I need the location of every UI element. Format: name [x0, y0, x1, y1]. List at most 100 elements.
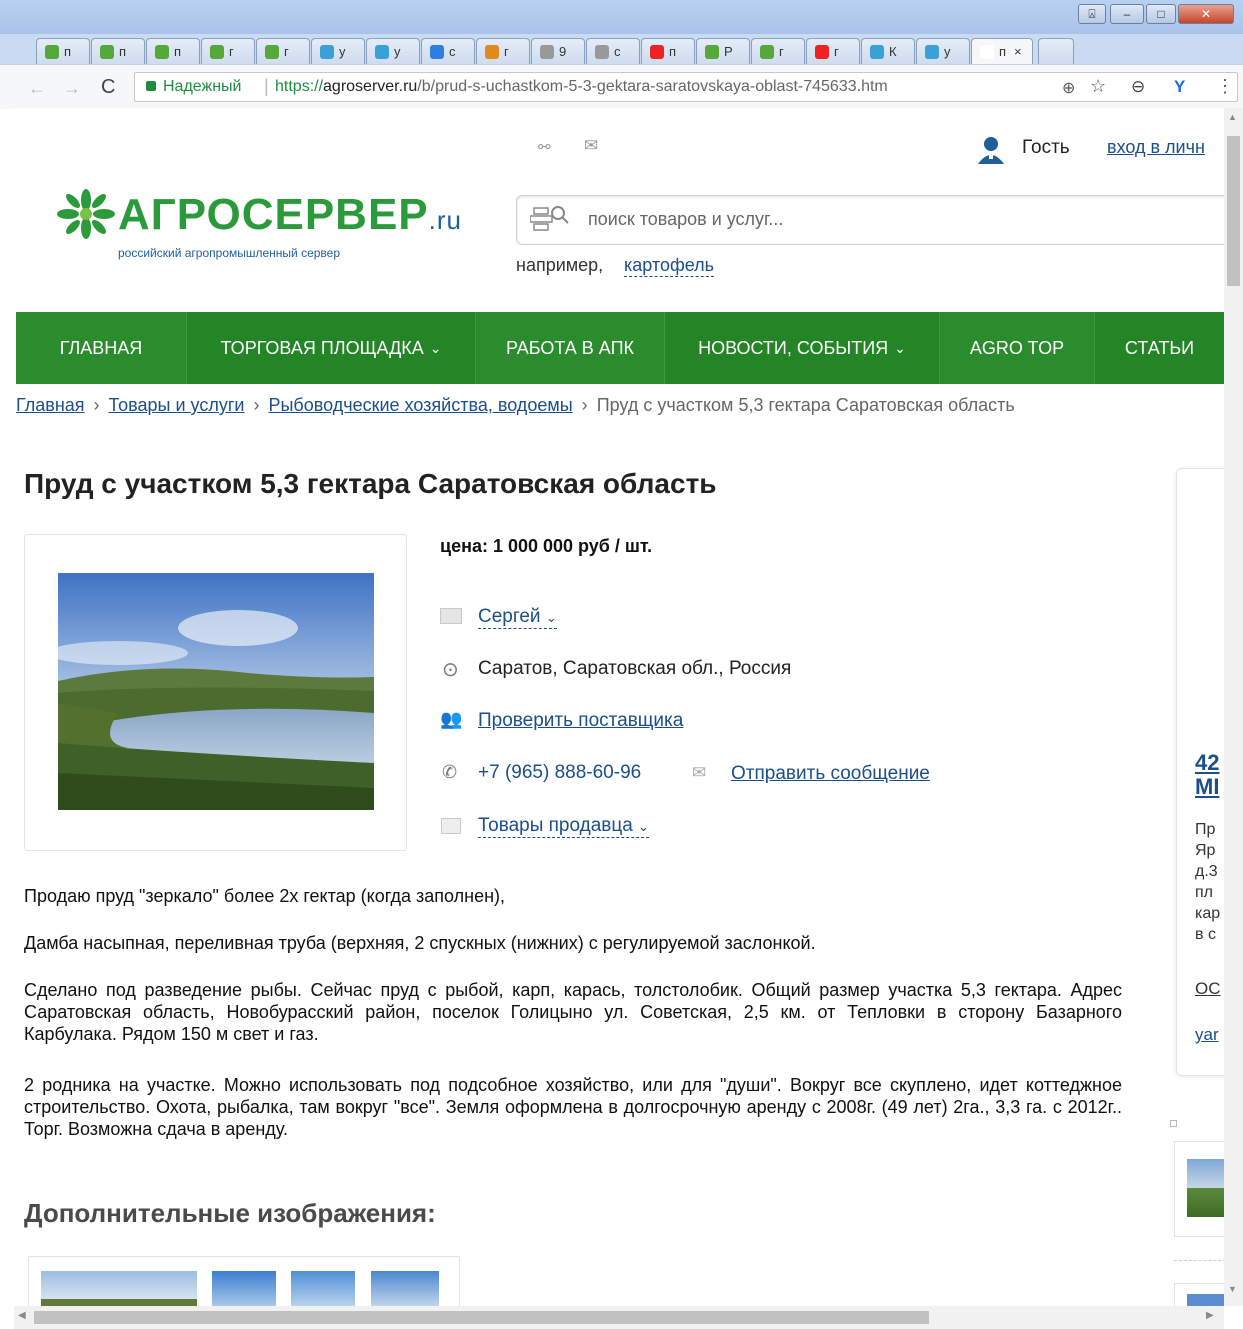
ad-domain-link[interactable]: yar	[1195, 1025, 1219, 1045]
nav-item-marketplace[interactable]: ТОРГОВАЯ ПЛОЩАДКА ⌄	[187, 312, 475, 384]
browser-tab[interactable]: у	[916, 38, 970, 64]
seller-goods-link[interactable]: Товары продавца ⌄	[478, 815, 650, 838]
nav-item-agro-top[interactable]: AGRO TOP	[940, 312, 1094, 384]
tab-favicon-icon	[45, 44, 59, 59]
gallery-thumb[interactable]	[371, 1271, 439, 1306]
ad-text: Пр Яр д.3 пл кар в с	[1195, 819, 1220, 945]
tab-favicon-icon	[265, 44, 279, 59]
tab-label: г	[284, 44, 289, 59]
browser-tab-active[interactable]: п ×	[971, 38, 1033, 64]
browser-tab[interactable]: п	[91, 38, 145, 64]
main-image-frame[interactable]	[24, 534, 407, 851]
tab-favicon-icon	[210, 44, 224, 59]
check-supplier-link[interactable]: Проверить поставщика	[478, 710, 683, 732]
vertical-scroll-thumb[interactable]	[1227, 136, 1240, 286]
breadcrumb-home[interactable]: Главная	[16, 395, 85, 415]
logo-text[interactable]: АГРОСЕРВЕР.ru	[118, 190, 462, 240]
browser-tab[interactable]: у	[366, 38, 420, 64]
yandex-extension-icon[interactable]: Y	[1174, 77, 1185, 97]
browser-tab[interactable]: г	[806, 38, 860, 64]
browser-tab[interactable]: с	[586, 38, 640, 64]
horizontal-scrollbar[interactable]: ◀ ▶	[14, 1306, 1224, 1329]
seller-location: Саратов, Саратовская обл., Россия	[478, 658, 792, 679]
nav-item-news[interactable]: НОВОСТИ, СОБЫТИЯ ⌄	[665, 312, 939, 384]
sidebar-ad-2[interactable]	[1174, 1141, 1224, 1237]
ad-thumb[interactable]	[1187, 1294, 1224, 1306]
nav-label-home: ГЛАВНАЯ	[59, 337, 143, 358]
browser-tab[interactable]: Р	[696, 38, 750, 64]
page-title: Пруд с участком 5,3 гектара Саратовская …	[24, 468, 717, 499]
scroll-left-icon[interactable]: ◀	[18, 1310, 26, 1321]
tab-favicon-icon	[705, 44, 719, 59]
browser-tab[interactable]: г	[201, 38, 255, 64]
scroll-right-icon[interactable]: ▶	[1206, 1310, 1214, 1321]
minimize-button[interactable]: –	[1110, 4, 1144, 24]
browser-tab[interactable]: К	[861, 38, 915, 64]
browser-tab[interactable]: п	[36, 38, 90, 64]
extension-icon[interactable]: ⊖	[1131, 77, 1145, 97]
browser-tab[interactable]: у	[311, 38, 365, 64]
menu-kebab-icon[interactable]: ⋮	[1216, 76, 1234, 97]
ad-text-line: д.3	[1195, 863, 1218, 880]
browser-tab[interactable]: п	[146, 38, 200, 64]
ad-thumb[interactable]	[1187, 1159, 1224, 1217]
breadcrumb-goods[interactable]: Товары и услуги	[109, 395, 245, 415]
horizontal-scroll-thumb[interactable]	[34, 1311, 929, 1324]
nav-item-jobs[interactable]: РАБОТА В АПК	[476, 312, 664, 384]
ad-info-icon[interactable]	[1170, 1120, 1177, 1127]
catalog-search-icon[interactable]	[529, 204, 570, 234]
close-window-button[interactable]: ✕	[1178, 4, 1234, 24]
extra-images-gallery	[28, 1256, 460, 1306]
user-profile-icon[interactable]: ⍓	[1078, 4, 1106, 24]
seller-name-link[interactable]: Сергей ⌄	[478, 606, 557, 629]
browser-tab[interactable]: г	[256, 38, 310, 64]
seller-goods-icon	[441, 818, 461, 834]
search-example-link[interactable]: картофель	[624, 255, 715, 277]
reload-icon[interactable]: C	[101, 76, 115, 99]
sitemap-icon[interactable]: ⚯	[538, 138, 551, 156]
gallery-thumb[interactable]	[41, 1271, 197, 1306]
sidebar-ad-3[interactable]	[1174, 1283, 1224, 1306]
nav-item-articles[interactable]: СТАТЬИ	[1095, 312, 1224, 384]
ad-title[interactable]: 42 МІ	[1195, 751, 1219, 799]
mail-icon[interactable]: ✉	[584, 136, 598, 156]
url-text[interactable]: https://agroserver.ru/b/prud-s-uchastkom…	[275, 78, 888, 96]
search-example-prefix: например,	[516, 255, 604, 275]
breadcrumb: Главная › Товары и услуги › Рыбоводчески…	[16, 395, 1015, 416]
tab-favicon-icon	[375, 44, 389, 59]
back-arrow-icon[interactable]: ←	[28, 78, 46, 99]
envelope-icon: ✉	[692, 763, 707, 782]
send-message-link[interactable]: Отправить сообщение	[731, 763, 930, 785]
nav-item-home[interactable]: ГЛАВНАЯ	[16, 312, 186, 384]
pond-photo[interactable]	[58, 573, 374, 810]
tab-label: п	[669, 44, 677, 59]
breadcrumb-fish-farms[interactable]: Рыбоводческие хозяйства, водоемы	[268, 395, 572, 415]
forward-arrow-icon[interactable]: →	[63, 78, 81, 99]
browser-tab[interactable]: с	[421, 38, 475, 64]
new-tab-button[interactable]	[1038, 38, 1074, 64]
browser-tab[interactable]: г	[476, 38, 530, 64]
vertical-scrollbar[interactable]: ▲ ▼	[1224, 108, 1243, 1306]
browser-tab[interactable]: 9	[531, 38, 585, 64]
gallery-thumb[interactable]	[212, 1271, 276, 1306]
nav-label-articles: СТАТЬИ	[1124, 337, 1195, 358]
browser-tab[interactable]: г	[751, 38, 805, 64]
tab-favicon-icon	[430, 44, 444, 59]
scroll-down-icon[interactable]: ▼	[1228, 1284, 1237, 1294]
tab-close-icon[interactable]: ×	[1014, 44, 1022, 59]
login-link[interactable]: вход в личн	[1107, 137, 1205, 158]
breadcrumb-current: Пруд с участком 5,3 гектара Саратовская …	[596, 395, 1015, 415]
maximize-button[interactable]: □	[1146, 4, 1176, 24]
sidebar-ad[interactable]: 42 МІ Пр Яр д.3 пл кар в с ОС yar	[1176, 468, 1224, 1076]
browser-tab[interactable]: п	[641, 38, 695, 64]
ad-link[interactable]: ОС	[1195, 979, 1221, 999]
scroll-up-icon[interactable]: ▲	[1228, 112, 1237, 122]
secure-label: Надежный	[163, 78, 242, 95]
zoom-icon[interactable]: ⊕	[1062, 78, 1075, 98]
bookmark-star-icon[interactable]: ☆	[1090, 76, 1106, 97]
search-placeholder: поиск товаров и услуг...	[588, 209, 784, 229]
gallery-thumb[interactable]	[291, 1271, 355, 1306]
description-paragraph: Сделано под разведение рыбы. Сейчас пруд…	[24, 980, 1122, 1044]
url-path: /b/prud-s-uchastkom-5-3-gektara-saratovs…	[417, 78, 888, 95]
phone-number[interactable]: +7 (965) 888-60-96	[478, 762, 641, 784]
